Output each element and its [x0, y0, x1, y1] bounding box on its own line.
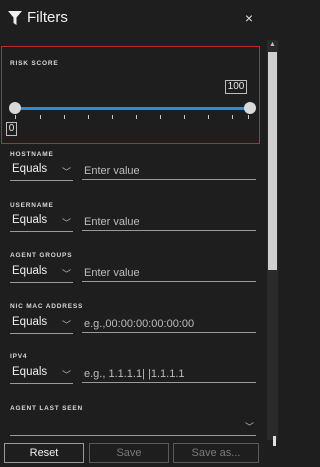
slider-tick	[208, 115, 209, 119]
slider-max-thumb[interactable]	[244, 102, 256, 114]
slider-tick	[160, 115, 161, 119]
scroll-up-icon[interactable]: ▲	[267, 40, 278, 50]
footer: Reset Save Save as...	[0, 440, 280, 467]
chevron-down-icon: ﹀	[61, 167, 71, 177]
slider-tick	[112, 115, 113, 119]
resize-handle[interactable]	[273, 436, 276, 446]
agent-groups-input[interactable]	[82, 264, 256, 282]
slider-min-thumb[interactable]	[9, 102, 21, 114]
save-button[interactable]: Save	[89, 443, 169, 463]
reset-button[interactable]: Reset	[4, 443, 84, 463]
agent-groups-operator-value: Equals	[12, 265, 48, 277]
agent-last-seen-label: AGENT LAST SEEN	[10, 405, 84, 412]
nic-mac-label: NIC MAC ADDRESS	[10, 303, 84, 310]
slider-tick	[232, 115, 233, 119]
risk-score-label: RISK SCORE	[10, 60, 59, 67]
hostname-operator-value: Equals	[12, 163, 48, 175]
username-operator-value: Equals	[12, 214, 48, 226]
save-as-button[interactable]: Save as...	[173, 443, 259, 463]
chevron-down-icon: ﹀	[61, 370, 71, 380]
hostname-operator-select[interactable]: Equals ﹀	[10, 163, 73, 181]
close-button[interactable]: ×	[240, 8, 258, 28]
username-input[interactable]	[82, 213, 256, 231]
ipv4-label: IPV4	[10, 353, 28, 360]
slider-tick	[15, 115, 16, 119]
agent-groups-label: AGENT GROUPS	[10, 252, 73, 259]
nic-mac-operator-value: Equals	[12, 316, 48, 328]
agent-groups-operator-select[interactable]: Equals ﹀	[10, 265, 73, 283]
nic-mac-operator-select[interactable]: Equals ﹀	[10, 316, 73, 334]
filter-icon	[8, 11, 22, 25]
slider-min-value: 0	[6, 122, 17, 136]
chevron-down-icon: ﹀	[61, 320, 71, 330]
risk-score-slider-track[interactable]	[16, 107, 252, 110]
risk-score-section: RISK SCORE 100 0	[1, 46, 260, 144]
hostname-label: HOSTNAME	[10, 151, 54, 158]
slider-max-value: 100	[225, 80, 247, 94]
chevron-down-icon: ﹀	[61, 269, 71, 279]
username-label: USERNAME	[10, 202, 54, 209]
hostname-input[interactable]	[82, 162, 256, 180]
chevron-down-icon: ﹀	[244, 422, 254, 432]
ipv4-input[interactable]	[82, 365, 256, 383]
slider-tick	[88, 115, 89, 119]
panel-title: Filters	[27, 9, 68, 26]
agent-last-seen-select[interactable]: ﹀	[10, 418, 256, 436]
username-operator-select[interactable]: Equals ﹀	[10, 214, 73, 232]
chevron-down-icon: ﹀	[61, 218, 71, 228]
slider-tick	[64, 115, 65, 119]
filters-header: Filters ×	[0, 0, 280, 38]
nic-mac-input[interactable]	[82, 315, 256, 333]
slider-tick	[248, 115, 249, 119]
ipv4-operator-select[interactable]: Equals ﹀	[10, 366, 73, 384]
slider-tick	[136, 115, 137, 119]
scrollbar[interactable]: ▲	[267, 40, 278, 440]
slider-tick	[184, 115, 185, 119]
scrollbar-thumb[interactable]	[268, 52, 277, 270]
slider-tick	[40, 115, 41, 119]
ipv4-operator-value: Equals	[12, 366, 48, 378]
filters-body: RISK SCORE 100 0 HOSTNAME Equals ﹀ USERN…	[0, 40, 268, 440]
